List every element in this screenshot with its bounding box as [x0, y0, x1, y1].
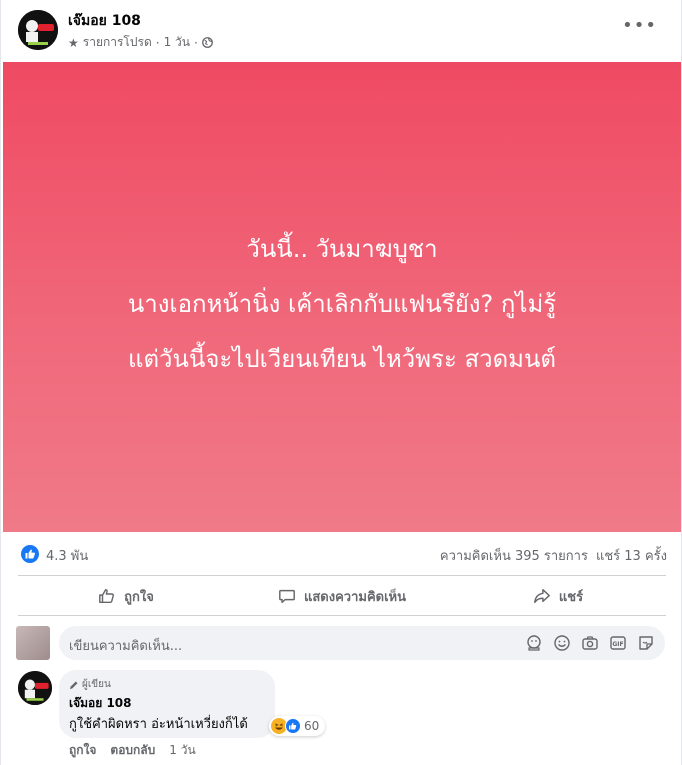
comment-input-placeholder: เขียนความคิดเห็น...	[69, 639, 183, 654]
pencil-icon	[70, 681, 78, 689]
share-count[interactable]: แชร์ 13 ครั้ง	[596, 545, 667, 566]
share-button[interactable]: แชร์	[450, 578, 666, 614]
comment-author-avatar[interactable]	[18, 671, 52, 705]
comment-text: กูใช้คำผิดหรา อ่ะหน้าเหวี่ยงก็ได้	[69, 717, 248, 732]
comment-reply-button[interactable]: ตอบกลับ	[110, 741, 155, 760]
post-actions: ถูกใจ แสดงความคิดเห็น แชร์	[18, 578, 666, 614]
post-card: เจ๊มอย 108 ★ รายการโปรด · 1 วัน · ••• วั…	[0, 0, 682, 765]
composer-tools: GIF	[525, 634, 655, 652]
page-avatar[interactable]	[18, 10, 58, 50]
more-options-button[interactable]: •••	[622, 15, 657, 36]
thumbs-up-icon	[99, 588, 115, 604]
avatar-sticker-icon[interactable]	[525, 634, 543, 652]
page-logo-icon	[18, 10, 58, 50]
author-badge: ผู้เขียน	[69, 677, 111, 692]
comment-time[interactable]: 1 วัน	[169, 741, 195, 760]
like-emoji-icon	[285, 718, 301, 734]
share-arrow-icon	[533, 588, 550, 604]
comment-icon	[279, 589, 295, 604]
comment-like-button[interactable]: ถูกใจ	[69, 741, 96, 760]
author-badge-label: ผู้เขียน	[82, 679, 111, 690]
comment-button[interactable]: แสดงความคิดเห็น	[234, 578, 450, 614]
meta-separator: ·	[155, 35, 160, 50]
meta-separator: ·	[193, 35, 198, 50]
comment-bubble: ผู้เขียน เจ๊มอย 108 กูใช้คำผิดหรา อ่ะหน้…	[59, 670, 275, 738]
comment-author[interactable]: เจ๊มอย 108	[69, 694, 132, 713]
comment-count[interactable]: ความคิดเห็น 395 รายการ	[440, 545, 588, 566]
comment-input[interactable]: เขียนความคิดเห็น... GIF	[59, 626, 665, 660]
divider	[18, 575, 666, 576]
comment-actions: ถูกใจ ตอบกลับ 1 วัน	[69, 741, 196, 760]
post-time[interactable]: 1 วัน	[164, 33, 190, 52]
post-header: เจ๊มอย 108 ★ รายการโปรด · 1 วัน · •••	[1, 0, 682, 62]
post-meta: ★ รายการโปรด · 1 วัน ·	[68, 33, 213, 52]
image-text-line: วันนี้.. วันมาฆบูชา	[246, 235, 438, 263]
emoji-icon[interactable]	[553, 634, 571, 652]
svg-text:GIF: GIF	[612, 641, 623, 648]
globe-icon	[201, 37, 213, 48]
share-label: แชร์	[558, 589, 584, 605]
divider	[18, 615, 666, 616]
post-image-text: วันนี้.. วันมาฆบูชา นางเอกหน้านิ่ง เค้าเ…	[3, 222, 681, 387]
sticker-icon[interactable]	[637, 634, 655, 652]
gif-icon[interactable]: GIF	[609, 634, 627, 652]
reaction-count[interactable]: 4.3 พัน	[46, 545, 88, 566]
camera-icon[interactable]	[581, 634, 599, 652]
post-image[interactable]: วันนี้.. วันมาฆบูชา นางเอกหน้านิ่ง เค้าเ…	[3, 62, 681, 532]
star-icon: ★	[68, 35, 79, 50]
image-text-line: แต่วันนี้จะไปเวียนเทียน ไหว้พระ สวดมนต์	[128, 345, 556, 373]
comment-label: แสดงความคิดเห็น	[303, 589, 406, 605]
comment-reactions[interactable]: 60	[269, 716, 326, 736]
image-text-line: นางเอกหน้านิ่ง เค้าเลิกกับแฟนรึยัง? กูไม…	[127, 290, 557, 318]
like-reaction-icon[interactable]	[21, 545, 39, 563]
reaction-stats: 4.3 พัน ความคิดเห็น 395 รายการ แชร์ 13 ค…	[1, 540, 682, 568]
favorites-label: รายการโปรด	[82, 35, 152, 49]
page-logo-icon	[18, 671, 52, 705]
current-user-avatar[interactable]	[16, 626, 50, 660]
comment-reaction-count: 60	[304, 719, 320, 733]
like-button[interactable]: ถูกใจ	[18, 578, 234, 614]
like-label: ถูกใจ	[124, 589, 154, 605]
page-name[interactable]: เจ๊มอย 108	[68, 10, 141, 32]
